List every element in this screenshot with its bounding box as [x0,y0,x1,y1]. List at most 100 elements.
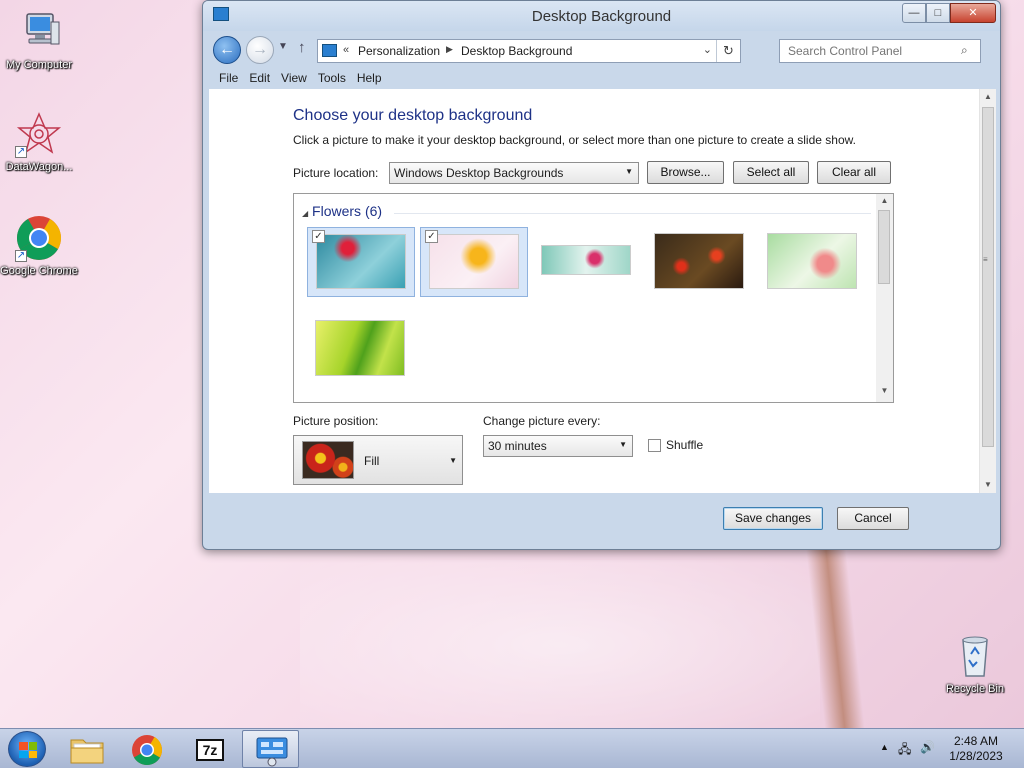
menu-help[interactable]: Help [357,67,390,89]
chrome-icon [132,735,162,766]
up-arrow-icon[interactable]: ↑ [298,39,306,56]
scroll-thumb[interactable] [982,107,994,447]
recent-pages-dropdown-icon[interactable]: ▼ [278,41,288,52]
breadcrumb-personalization[interactable]: Personalization [358,44,440,58]
thumbnail-image [541,245,631,275]
system-tray: ▲ 🖧 🔊 2:48 AM 1/28/2023 [878,729,1018,768]
desktop-icon-label: DataWagon... [5,161,73,173]
thumbnail-red-flower-on-blue[interactable]: ✓ [307,227,415,297]
shortcut-arrow-icon: ↗ [15,250,27,262]
picture-position-label: Picture position: [293,414,379,428]
thumbnail-yellow-daisy-on-pink[interactable]: ✓ [420,227,528,297]
close-button[interactable]: ✕ [950,3,996,23]
group-label: Flowers (6) [312,203,383,219]
refresh-icon[interactable]: ↻ [716,40,740,62]
taskbar-file-explorer[interactable] [58,730,115,768]
folder-icon [70,739,104,764]
breadcrumb-desktop-background[interactable]: Desktop Background [461,44,572,58]
desktop-icon-recycle-bin[interactable]: Recycle Bin [936,632,1014,696]
picture-location-label: Picture location: [293,166,379,180]
scroll-down-arrow-icon[interactable]: ▼ [876,386,893,400]
minimize-button[interactable]: — [902,3,926,23]
thumbnail-pink-flower-on-mint[interactable] [534,227,642,297]
select-all-button[interactable]: Select all [733,161,809,184]
thumbnail-checkbox[interactable]: ✓ [425,230,438,243]
breadcrumb-separator-icon[interactable]: ▶ [446,44,453,55]
search-input[interactable] [779,39,981,63]
group-divider [394,213,871,214]
address-bar[interactable]: « Personalization ▶ Desktop Background ⌄… [317,39,741,63]
desktop-background-window: Desktop Background — □ ✕ ← → ▼ ↑ « Perso… [202,0,1001,550]
desktop-icon-google-chrome[interactable]: ↗ Google Chrome [0,214,78,278]
back-arrow-icon[interactable]: ← [213,36,241,64]
maximize-button[interactable]: □ [926,3,950,23]
scroll-thumb[interactable] [878,210,890,284]
window-title: Desktop Background [531,8,672,25]
desktop-icon-label: My Computer [5,59,73,71]
position-preview-image [302,441,354,479]
forward-arrow-icon[interactable]: → [246,36,274,64]
control-panel-icon [322,44,337,57]
picture-location-value: Windows Desktop Backgrounds [394,166,564,180]
shuffle-checkbox[interactable] [648,439,661,452]
shortcut-arrow-icon: ↗ [15,146,27,158]
change-interval-select[interactable]: 30 minutes ▼ [483,435,633,457]
volume-icon[interactable]: 🔊 [920,740,935,754]
clear-all-button[interactable]: Clear all [817,161,891,184]
scroll-grip-icon: ≡ [983,255,988,264]
taskbar-control-panel[interactable] [242,730,299,768]
clock-time: 2:48 AM [953,734,999,748]
title-bar[interactable]: Desktop Background — □ ✕ [203,1,1000,31]
start-button[interactable] [8,731,46,767]
scroll-down-arrow-icon[interactable]: ▼ [980,477,996,493]
menu-edit[interactable]: Edit [249,67,278,89]
thumbnail-image [429,234,519,289]
breadcrumb-overflow-icon[interactable]: « [343,44,349,56]
group-header[interactable]: ◢ Flowers (6) [302,203,382,219]
windows-logo-icon [19,742,37,758]
browse-button[interactable]: Browse... [647,161,724,184]
recycle-bin-icon [951,632,999,680]
thumbnail-image [767,233,857,289]
thumbnail-green-leaves[interactable] [307,314,415,384]
chevron-down-icon: ▼ [619,440,627,449]
picture-position-value: Fill [364,454,380,468]
gallery-scrollbar[interactable]: ▲ ▼ [876,194,893,402]
thumbnail-red-tulips-dark[interactable] [647,227,755,297]
address-dropdown-icon[interactable]: ⌄ [703,43,712,56]
picture-location-select[interactable]: Windows Desktop Backgrounds ▼ [389,162,639,184]
thumbnail-checkbox[interactable]: ✓ [312,230,325,243]
change-picture-label: Change picture every: [483,414,601,428]
menu-file[interactable]: File [219,67,246,89]
datawagon-icon: ↗ [15,110,63,158]
content-scrollbar[interactable]: ▲ ≡ ▼ [979,89,996,493]
show-hidden-icons-icon[interactable]: ▲ [880,742,889,752]
save-changes-button[interactable]: Save changes [723,507,823,530]
page-description: Click a picture to make it your desktop … [293,133,856,147]
chevron-down-icon: ▼ [449,456,457,465]
page-title: Choose your desktop background [293,107,533,124]
collapse-triangle-icon: ◢ [302,209,309,218]
7zip-icon: 7z [196,739,224,761]
scroll-up-arrow-icon[interactable]: ▲ [876,196,893,210]
desktop-icon-label: Recycle Bin [945,683,1005,695]
taskbar: 7z ▲ 🖧 🔊 2:48 AM 1/28/2023 [0,728,1024,768]
thumbnail-pink-lily-on-green[interactable] [760,227,868,297]
desktop-icon-label: Google Chrome [0,265,78,277]
taskbar-google-chrome[interactable] [118,730,175,768]
clock[interactable]: 2:48 AM 1/28/2023 [946,734,1006,764]
network-icon[interactable]: 🖧 [898,740,911,761]
search-icon[interactable]: ⌕ [961,43,968,58]
scroll-up-arrow-icon[interactable]: ▲ [980,89,996,105]
desktop-icon-datawagon[interactable]: ↗ DataWagon... [0,110,78,174]
shuffle-label[interactable]: Shuffle [666,438,703,452]
cancel-button[interactable]: Cancel [837,507,909,530]
desktop-icon-my-computer[interactable]: My Computer [0,8,78,72]
picture-gallery: ◢ Flowers (6) ✓ ✓ ▲ ▼ [293,193,894,403]
menu-tools[interactable]: Tools [318,67,354,89]
taskbar-7-zip[interactable]: 7z [180,730,237,768]
picture-position-select[interactable]: Fill ▼ [293,435,463,485]
content-pane: Choose your desktop background Click a p… [209,89,996,493]
menu-view[interactable]: View [281,67,315,89]
thumbnail-image [654,233,744,289]
